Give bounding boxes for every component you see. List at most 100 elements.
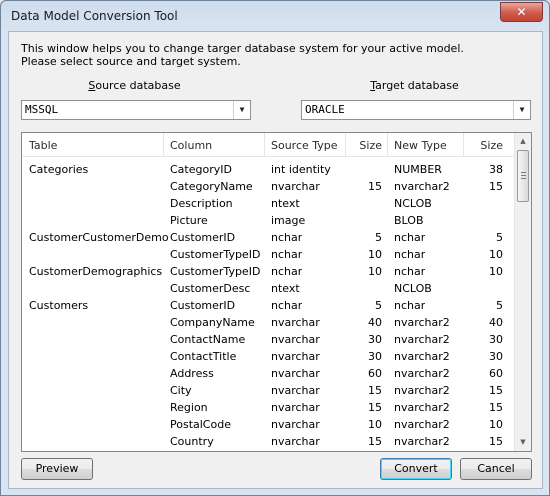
table-row[interactable]: Categories CategoryID int identity NUMBER 38 xyxy=(22,161,516,178)
title-bar[interactable]: Data Model Conversion Tool ✕ xyxy=(1,1,549,31)
cell-column: ContactName xyxy=(170,333,246,346)
column-header-new-type[interactable]: New Type xyxy=(394,139,447,152)
preview-button[interactable]: Preview xyxy=(21,458,93,480)
cell-new-type: nvarchar2 xyxy=(394,333,450,346)
cell-new-size: 10 xyxy=(489,265,503,278)
table-row[interactable]: Picture image BLOB xyxy=(22,212,516,229)
column-header-column[interactable]: Column xyxy=(170,139,212,152)
cell-column: ContactTitle xyxy=(170,350,237,363)
column-header-table[interactable]: Table xyxy=(29,139,57,152)
column-header-source-size[interactable]: Size xyxy=(347,139,382,152)
target-database-value: ORACLE xyxy=(305,103,345,116)
cell-new-type: nvarchar2 xyxy=(394,180,450,193)
table-row[interactable]: ContactName nvarchar 30 nvarchar2 30 xyxy=(22,331,516,348)
source-database-select[interactable]: MSSQL ▼ xyxy=(21,100,251,120)
table-row[interactable]: Customers CustomerID nchar 5 nchar 5 xyxy=(22,297,516,314)
grid-header: Table Column Source Type Size New Type S… xyxy=(22,133,516,157)
cell-table: Categories xyxy=(29,163,89,176)
table-row[interactable]: CustomerDesc ntext NCLOB xyxy=(22,280,516,297)
cell-column: CustomerID xyxy=(170,231,236,244)
scrollbar-thumb[interactable] xyxy=(517,150,529,202)
cell-new-size: 15 xyxy=(489,401,503,414)
cell-new-type: BLOB xyxy=(394,214,424,227)
cell-new-size: 30 xyxy=(489,350,503,363)
table-row[interactable]: CustomerTypeID nchar 10 nchar 10 xyxy=(22,246,516,263)
cell-new-size: 5 xyxy=(496,231,503,244)
dialog-body: This window helps you to change targer d… xyxy=(8,31,543,489)
cell-source-type: nchar xyxy=(271,231,303,244)
cell-new-size: 15 xyxy=(489,384,503,397)
cell-new-type: nvarchar2 xyxy=(394,418,450,431)
chevron-down-icon[interactable]: ▼ xyxy=(233,101,250,119)
cancel-button[interactable]: Cancel xyxy=(460,458,532,480)
cell-source-type: image xyxy=(271,214,306,227)
table-row[interactable]: Country nvarchar 15 nvarchar2 15 xyxy=(22,433,516,450)
target-database-select[interactable]: ORACLE ▼ xyxy=(301,100,531,120)
cell-column: PostalCode xyxy=(170,418,231,431)
cell-source-size: 60 xyxy=(368,367,382,380)
cell-column: CompanyName xyxy=(170,316,255,329)
cell-source-size: 15 xyxy=(368,435,382,448)
cell-source-type: nvarchar xyxy=(271,418,320,431)
cell-column: CustomerID xyxy=(170,299,236,312)
table-row[interactable]: Description ntext NCLOB xyxy=(22,195,516,212)
cell-new-type: nchar xyxy=(394,248,426,261)
table-row[interactable]: ContactTitle nvarchar 30 nvarchar2 30 xyxy=(22,348,516,365)
table-row[interactable]: CategoryName nvarchar 15 nvarchar2 15 xyxy=(22,178,516,195)
scroll-down-arrow-icon[interactable]: ▼ xyxy=(515,434,531,451)
cell-new-type: nvarchar2 xyxy=(394,401,450,414)
cell-source-type: nvarchar xyxy=(271,401,320,414)
cell-source-size: 15 xyxy=(368,384,382,397)
cell-new-type: nvarchar2 xyxy=(394,384,450,397)
cell-column: CustomerDesc xyxy=(170,282,251,295)
cell-column: Picture xyxy=(170,214,208,227)
cell-source-size: 5 xyxy=(375,231,382,244)
column-header-new-size[interactable]: Size xyxy=(465,139,503,152)
vertical-scrollbar[interactable]: ▲ ▼ xyxy=(514,133,531,451)
cell-column: CustomerTypeID xyxy=(170,248,261,261)
table-row[interactable]: Region nvarchar 15 nvarchar2 15 xyxy=(22,399,516,416)
cell-new-size: 15 xyxy=(489,180,503,193)
cell-new-type: NCLOB xyxy=(394,197,432,210)
cell-column: City xyxy=(170,384,192,397)
close-button[interactable]: ✕ xyxy=(500,2,543,22)
cell-new-type: nchar xyxy=(394,299,426,312)
window-title: Data Model Conversion Tool xyxy=(11,9,178,23)
cell-column: CategoryID xyxy=(170,163,232,176)
table-row[interactable]: Address nvarchar 60 nvarchar2 60 xyxy=(22,365,516,382)
cell-new-size: 15 xyxy=(489,435,503,448)
cell-new-type: NCLOB xyxy=(394,282,432,295)
conversion-grid[interactable]: Table Column Source Type Size New Type S… xyxy=(21,132,532,452)
scroll-up-arrow-icon[interactable]: ▲ xyxy=(515,133,531,150)
cell-new-size: 38 xyxy=(489,163,503,176)
cell-source-type: nvarchar xyxy=(271,367,320,380)
cell-source-type: ntext xyxy=(271,197,300,210)
cell-source-type: nvarchar xyxy=(271,350,320,363)
cell-source-type: nvarchar xyxy=(271,384,320,397)
cell-new-size: 60 xyxy=(489,367,503,380)
table-row[interactable]: City nvarchar 15 nvarchar2 15 xyxy=(22,382,516,399)
cell-source-size: 15 xyxy=(368,180,382,193)
chevron-down-icon[interactable]: ▼ xyxy=(513,101,530,119)
convert-button[interactable]: Convert xyxy=(380,458,452,480)
cell-source-size: 30 xyxy=(368,333,382,346)
cell-new-type: NUMBER xyxy=(394,163,442,176)
cell-source-size: 10 xyxy=(368,418,382,431)
table-row[interactable]: CompanyName nvarchar 40 nvarchar2 40 xyxy=(22,314,516,331)
cell-new-size: 10 xyxy=(489,418,503,431)
cell-source-type: nvarchar xyxy=(271,316,320,329)
cell-source-size: 30 xyxy=(368,350,382,363)
cell-source-type: ntext xyxy=(271,282,300,295)
cell-source-type: nvarchar xyxy=(271,180,320,193)
cell-source-size: 10 xyxy=(368,265,382,278)
cell-column: Country xyxy=(170,435,214,448)
column-header-source-type[interactable]: Source Type xyxy=(271,139,338,152)
table-row[interactable]: CustomerCustomerDemo CustomerID nchar 5 ncha… xyxy=(22,229,516,246)
table-row[interactable]: PostalCode nvarchar 10 nvarchar2 10 xyxy=(22,416,516,433)
table-row[interactable]: CustomerDemographics CustomerTypeID nchar 1… xyxy=(22,263,516,280)
source-database-label: Source database xyxy=(88,79,181,92)
cell-column: CategoryName xyxy=(170,180,253,193)
cell-column: Description xyxy=(170,197,233,210)
dialog-window: Data Model Conversion Tool ✕ This window… xyxy=(0,0,550,496)
cell-new-size: 5 xyxy=(496,299,503,312)
